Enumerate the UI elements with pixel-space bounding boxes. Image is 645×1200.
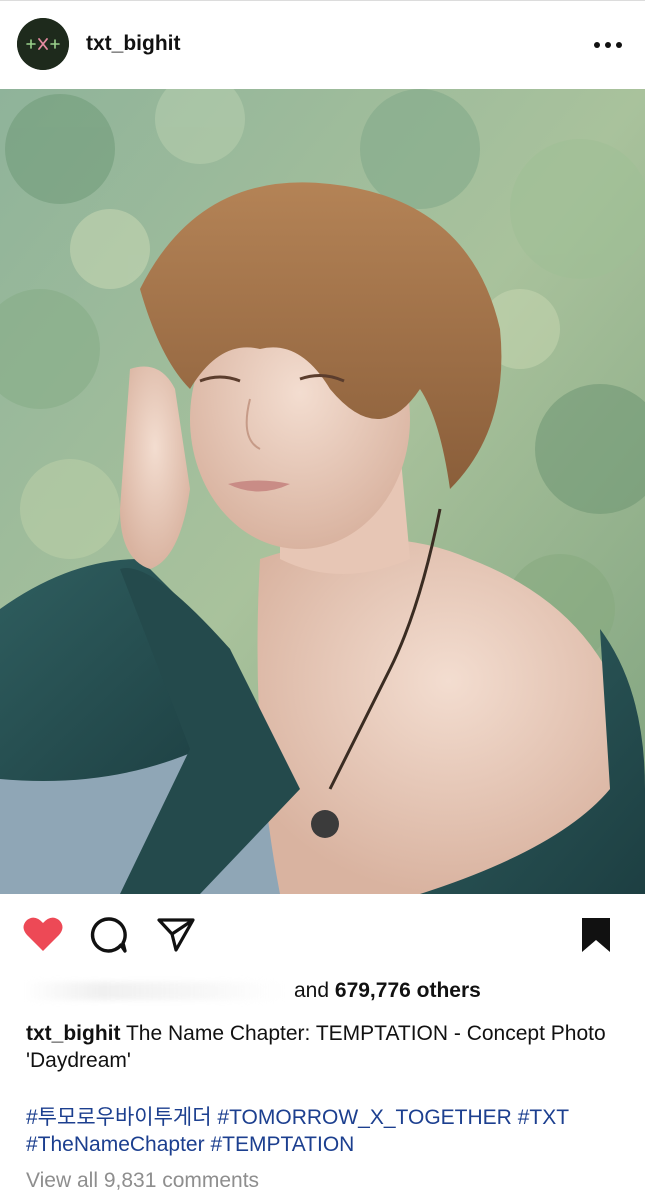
hashtag[interactable]: #투모로우바이투게더 bbox=[26, 1106, 212, 1129]
post-photo[interactable] bbox=[0, 89, 645, 894]
send-icon[interactable] bbox=[156, 916, 196, 954]
post-header: txt_bighit bbox=[0, 0, 645, 88]
caption: txt_bighit The Name Chapter: TEMPTATION … bbox=[26, 1020, 626, 1074]
view-comments-link[interactable]: View all 9,831 comments bbox=[26, 1169, 259, 1193]
likes-count: 679,776 others bbox=[334, 979, 481, 1002]
heart-filled-icon[interactable] bbox=[22, 915, 64, 953]
hashtag[interactable]: #TEMPTATION bbox=[210, 1133, 354, 1156]
hashtag[interactable]: #TXT bbox=[518, 1106, 569, 1129]
ellipsis-icon[interactable] bbox=[590, 34, 626, 56]
redacted-liker bbox=[22, 982, 284, 1001]
txt-logo-icon bbox=[17, 18, 69, 70]
hashtag[interactable]: #TheNameChapter bbox=[26, 1133, 205, 1156]
likes-prefix: and bbox=[294, 979, 330, 1002]
action-bar bbox=[0, 900, 645, 970]
post-username[interactable]: txt_bighit bbox=[86, 32, 181, 56]
hashtags: #투모로우바이투게더 #TOMORROW_X_TOGETHER #TXT #Th… bbox=[26, 1104, 626, 1158]
bookmark-filled-icon[interactable] bbox=[580, 916, 612, 954]
caption-username[interactable]: txt_bighit bbox=[26, 1022, 121, 1045]
likes-line[interactable]: and 679,776 others bbox=[22, 979, 622, 1005]
comment-icon[interactable] bbox=[89, 915, 129, 955]
hashtag[interactable]: #TOMORROW_X_TOGETHER bbox=[217, 1106, 511, 1129]
avatar[interactable] bbox=[17, 18, 69, 70]
